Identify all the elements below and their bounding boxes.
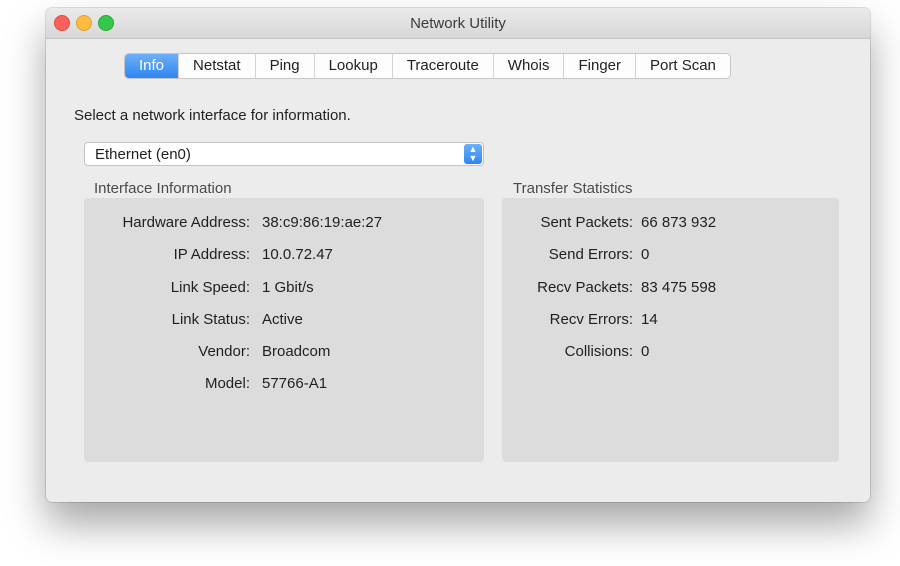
tab-lookup[interactable]: Lookup — [313, 54, 392, 78]
network-utility-window: Network Utility Info Netstat Ping Lookup… — [46, 8, 870, 502]
recv-packets-value: 83 475 598 — [641, 279, 717, 296]
ip-address-value: 10.0.72.47 — [262, 246, 333, 263]
title-bar[interactable]: Network Utility — [46, 8, 870, 39]
info-row: Link Speed: 1 Gbit/s — [84, 279, 484, 299]
instruction-text: Select a network interface for informati… — [74, 107, 351, 124]
tab-bar: Info Netstat Ping Lookup Traceroute Whoi… — [124, 53, 731, 79]
recv-errors-value: 14 — [641, 311, 658, 328]
interface-info-panel: Hardware Address: 38:c9:86:19:ae:27 IP A… — [84, 198, 484, 462]
tab-whois[interactable]: Whois — [492, 54, 564, 78]
link-speed-value: 1 Gbit/s — [262, 279, 314, 296]
model-label: Model: — [204, 375, 250, 392]
vendor-value: Broadcom — [262, 343, 331, 360]
recv-packets-label: Recv Packets: — [537, 279, 633, 296]
send-errors-label: Send Errors: — [548, 246, 633, 263]
window-title: Network Utility — [410, 15, 506, 32]
interface-select-value: Ethernet (en0) — [95, 146, 191, 163]
model-value: 57766-A1 — [262, 375, 328, 392]
chevron-up-down-icon[interactable]: ▲ ▼ — [464, 144, 482, 164]
link-status-label: Link Status: — [171, 311, 250, 328]
stats-row: Recv Packets: 83 475 598 — [502, 279, 839, 299]
link-status-value: Active — [262, 311, 303, 328]
sent-packets-value: 66 873 932 — [641, 214, 717, 231]
recv-errors-label: Recv Errors: — [549, 311, 633, 328]
hardware-address-value: 38:c9:86:19:ae:27 — [262, 214, 383, 231]
transfer-stats-title: Transfer Statistics — [513, 180, 633, 197]
tab-netstat[interactable]: Netstat — [178, 54, 255, 78]
info-row: Hardware Address: 38:c9:86:19:ae:27 — [84, 214, 484, 234]
info-row: IP Address: 10.0.72.47 — [84, 246, 484, 266]
tab-ping[interactable]: Ping — [254, 54, 314, 78]
info-row: Vendor: Broadcom — [84, 343, 484, 363]
stats-row: Sent Packets: 66 873 932 — [502, 214, 839, 234]
stats-row: Collisions: 0 — [502, 343, 839, 363]
tab-finger[interactable]: Finger — [563, 54, 635, 78]
info-row: Link Status: Active — [84, 311, 484, 331]
interface-info-title: Interface Information — [94, 180, 232, 197]
stats-row: Send Errors: 0 — [502, 246, 839, 266]
info-row: Model: 57766-A1 — [84, 375, 484, 395]
tab-info[interactable]: Info — [125, 54, 179, 78]
transfer-stats-panel: Sent Packets: 66 873 932 Send Errors: 0 … — [502, 198, 839, 462]
send-errors-value: 0 — [641, 246, 650, 263]
interface-select[interactable]: Ethernet (en0) ▲ ▼ — [84, 142, 484, 166]
link-speed-label: Link Speed: — [170, 279, 250, 296]
collisions-value: 0 — [641, 343, 650, 360]
collisions-label: Collisions: — [564, 343, 633, 360]
hardware-address-label: Hardware Address: — [122, 214, 250, 231]
vendor-label: Vendor: — [198, 343, 250, 360]
tab-traceroute[interactable]: Traceroute — [391, 54, 493, 78]
sent-packets-label: Sent Packets: — [540, 214, 633, 231]
ip-address-label: IP Address: — [173, 246, 250, 263]
tab-port-scan[interactable]: Port Scan — [635, 54, 730, 78]
stats-row: Recv Errors: 14 — [502, 311, 839, 331]
